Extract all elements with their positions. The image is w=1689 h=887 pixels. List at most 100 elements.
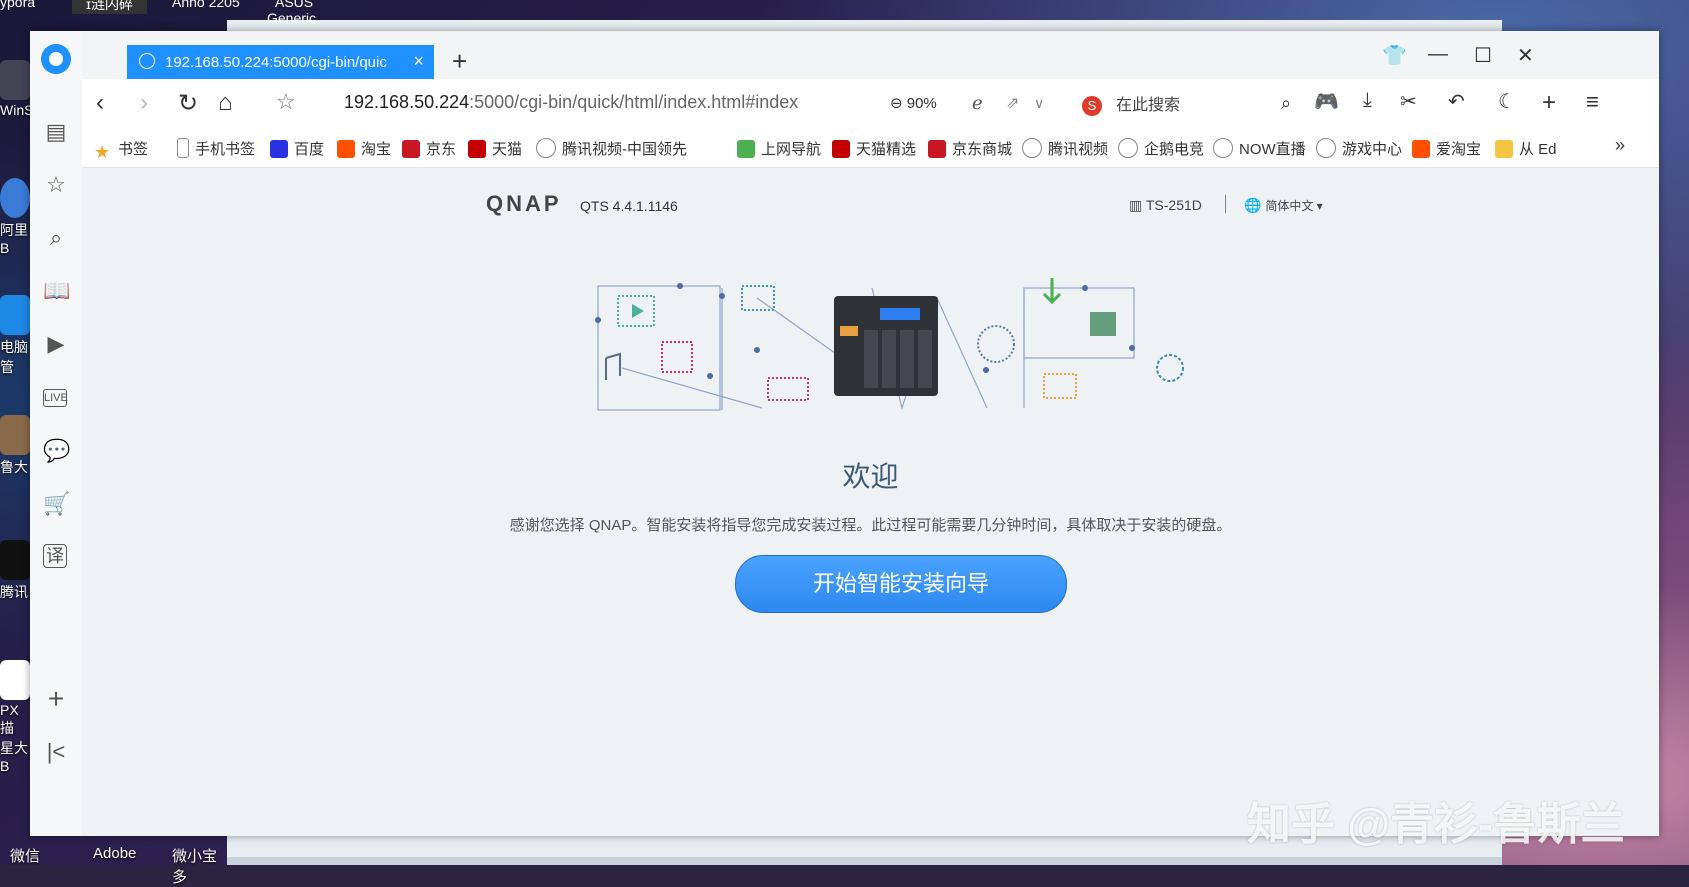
desktop-item[interactable]: ypora — [0, 0, 35, 10]
nas-illustration — [595, 278, 1184, 411]
desktop-icon[interactable]: 腾讯 — [0, 540, 30, 602]
bookmark-item[interactable]: 百度 — [270, 138, 324, 159]
url-path: :5000/cgi-bin/quick/html/index.html#inde… — [469, 92, 799, 112]
add-icon[interactable]: + — [1542, 89, 1556, 117]
bookmark-item[interactable]: 手机书签 — [177, 138, 255, 159]
close-tab-icon[interactable]: × — [413, 51, 424, 72]
language-selector[interactable]: 🌐 简体中文 ▾ — [1244, 197, 1323, 214]
nas-icon: ▥ — [1129, 197, 1146, 213]
start-smart-installation-button[interactable]: 开始智能安装向导 — [735, 555, 1067, 613]
chevron-down-icon[interactable]: ∨ — [1034, 95, 1044, 112]
desktop-label[interactable]: Adobe — [93, 845, 136, 862]
desktop-item[interactable]: ASUS — [275, 0, 313, 10]
bookmark-item[interactable]: 游戏中心 — [1316, 138, 1402, 159]
close-window-button[interactable]: ✕ — [1517, 43, 1534, 68]
search-icon[interactable]: ⌕ — [43, 225, 69, 251]
desktop-label[interactable]: 微信 — [10, 845, 40, 866]
bookmark-item[interactable]: NOW直播 — [1213, 138, 1306, 159]
undo-icon[interactable]: ↶ — [1448, 89, 1465, 114]
translate-icon[interactable]: 译 — [43, 544, 67, 568]
video-icon[interactable]: ▶ — [43, 331, 69, 357]
desktop-icon[interactable]: 电脑管 — [0, 295, 30, 377]
bookmark-item[interactable]: 天猫 — [468, 138, 522, 159]
desktop-icon[interactable]: WinS — [0, 60, 33, 118]
browser-logo-icon[interactable] — [41, 44, 71, 74]
forward-button[interactable]: › — [140, 89, 148, 117]
globe-icon — [1213, 138, 1233, 158]
bookmark-item[interactable]: 爱淘宝 — [1412, 138, 1481, 159]
sogou-icon: S — [1082, 95, 1102, 116]
url-host: 192.168.50.224 — [344, 92, 470, 112]
phone-icon — [177, 138, 189, 158]
bookmarks-bar: ★ 书签 手机书签 百度 淘宝 京东 天猫 腾讯视频-中国领先 上网导航 天猫精选… — [82, 127, 1659, 168]
navigation-bar: ‹ › ↻ ⌂ ☆ 192.168.50.224:5000/cgi-bin/qu… — [82, 79, 1659, 128]
globe-icon — [536, 138, 556, 158]
ie-mode-icon[interactable]: ℯ — [972, 93, 983, 114]
skin-icon[interactable]: 👕 — [1382, 43, 1407, 68]
desktop-item[interactable]: ɪ涟闪碎 — [72, 0, 147, 14]
desktop-item[interactable]: Anno 2205 — [172, 0, 240, 10]
bookmark-item[interactable]: ★ 书签 — [94, 138, 148, 161]
welcome-heading: 欢迎 — [842, 461, 899, 492]
news-icon[interactable]: ▤ — [43, 119, 69, 145]
favorites-star-icon[interactable]: ☆ — [43, 172, 69, 198]
new-tab-button[interactable]: + — [452, 46, 467, 77]
add-icon[interactable]: + — [43, 685, 69, 713]
zoom-level[interactable]: ⊖ 90% — [890, 94, 937, 112]
scissors-icon[interactable]: ✂ — [1400, 89, 1417, 114]
bookmark-item[interactable]: 淘宝 — [337, 138, 391, 159]
header-divider — [1225, 195, 1226, 213]
address-bar[interactable]: 192.168.50.224:5000/cgi-bin/quick/html/i… — [344, 92, 798, 113]
bookmark-item[interactable]: 上网导航 — [737, 138, 821, 159]
bookmark-item[interactable]: 京东商城 — [928, 138, 1012, 159]
bookmark-item[interactable]: 从 Ed — [1495, 138, 1595, 159]
folder-icon — [1495, 140, 1513, 158]
desktop-item[interactable]: Generic — [267, 10, 316, 26]
minimize-button[interactable]: — — [1428, 43, 1448, 66]
tab-title: 192.168.50.224:5000/cgi-bin/quic — [165, 54, 387, 71]
browser-sidebar: ▤ ☆ ⌕ 📖 ▶ LIVE 💬 🛒 译 + |< — [30, 31, 83, 836]
qts-version: QTS 4.4.1.1146 — [580, 198, 678, 214]
bookmark-item[interactable]: 京东 — [402, 138, 456, 159]
jd-icon — [402, 140, 420, 158]
globe-icon: 🌐 — [1244, 197, 1266, 213]
search-box[interactable]: S 在此搜索 — [1082, 91, 1180, 116]
reload-button[interactable]: ↻ — [178, 89, 198, 118]
search-icon[interactable]: ⌕ — [1281, 93, 1291, 114]
baidu-icon — [270, 140, 288, 158]
browser-window: ▤ ☆ ⌕ 📖 ▶ LIVE 💬 🛒 译 + |< 192.168.50.224… — [30, 31, 1659, 849]
desktop-icon[interactable]: 阿里B — [0, 178, 30, 256]
star-icon: ★ — [94, 142, 111, 162]
globe-icon — [139, 53, 155, 69]
jd-icon — [928, 140, 946, 158]
menu-icon[interactable]: ≡ — [1586, 89, 1599, 115]
bookmark-item[interactable]: 腾讯视频-中国领先 — [536, 138, 721, 159]
desktop-icon[interactable]: PX描 星大B — [0, 660, 30, 774]
night-mode-icon[interactable]: ☾ — [1498, 89, 1516, 114]
download-icon[interactable]: ⤓ — [1363, 89, 1372, 112]
live-icon[interactable]: LIVE — [43, 389, 68, 407]
share-icon[interactable]: ⇗ — [1006, 93, 1019, 113]
active-tab[interactable]: 192.168.50.224:5000/cgi-bin/quic × — [127, 45, 434, 79]
bookmark-star-icon[interactable]: ☆ — [276, 89, 296, 115]
cart-icon[interactable]: 🛒 — [43, 491, 70, 517]
tmall-icon — [468, 140, 486, 158]
bookmark-item[interactable]: 腾讯视频 — [1022, 138, 1108, 159]
maximize-button[interactable]: ☐ — [1474, 43, 1492, 68]
home-button[interactable]: ⌂ — [218, 89, 233, 117]
bookmark-item[interactable]: 天猫精选 — [832, 138, 916, 159]
globe-icon — [1022, 138, 1042, 158]
globe-icon — [1118, 138, 1138, 158]
chat-icon[interactable]: 💬 — [43, 438, 70, 464]
taobao-icon — [337, 140, 355, 158]
desktop-icon[interactable]: 鲁大 — [0, 415, 30, 477]
desktop-label[interactable]: 微小宝多 — [172, 845, 230, 887]
tmall-icon — [832, 140, 850, 158]
bookmarks-more-button[interactable]: » — [1615, 135, 1625, 156]
back-button[interactable]: ‹ — [96, 89, 104, 117]
zoom-value: 90% — [906, 95, 937, 112]
game-icon[interactable]: 🎮 — [1314, 89, 1339, 114]
bookmark-item[interactable]: 企鹅电竞 — [1118, 138, 1204, 159]
collapse-sidebar-icon[interactable]: |< — [43, 739, 69, 765]
book-icon[interactable]: 📖 — [43, 278, 70, 304]
